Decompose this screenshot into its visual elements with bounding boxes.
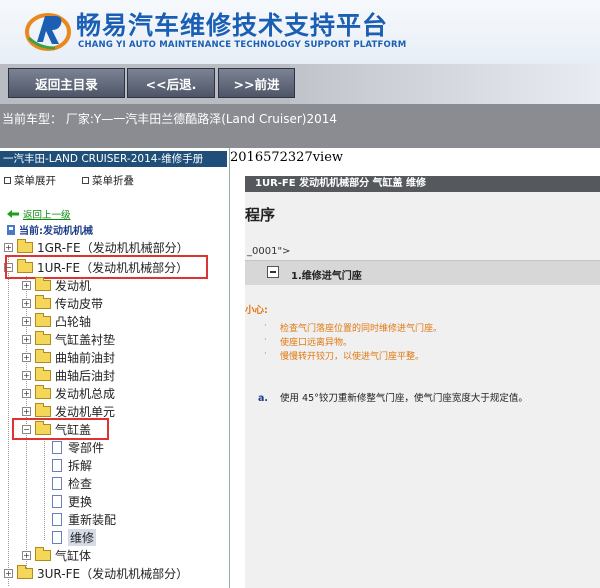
document-icon xyxy=(52,512,62,526)
tree-node-belt[interactable]: + 传动皮带 xyxy=(22,294,103,312)
tree-leaf-repair[interactable]: 维修 xyxy=(52,528,97,546)
tree-node-front-seal[interactable]: + 曲轴前油封 xyxy=(22,348,115,366)
instruction-text: 使用 45°铰刀重新修整气门座，使气门座宽度大于规定值。 xyxy=(280,393,528,404)
expand-toggle-icon[interactable]: + xyxy=(22,550,31,560)
logo-icon xyxy=(25,13,71,51)
tree-leaf-parts[interactable]: 零部件 xyxy=(52,438,104,456)
folder-icon xyxy=(35,348,51,363)
document-icon xyxy=(52,476,62,490)
highlight-box xyxy=(12,418,109,440)
tree-leaf-reassembly[interactable]: 重新装配 xyxy=(52,510,116,528)
expand-toggle-icon[interactable]: + xyxy=(22,370,31,380)
expand-toggle-icon[interactable]: + xyxy=(4,242,13,252)
expand-toggle-icon[interactable]: + xyxy=(22,280,31,290)
current-location: 当前:发动机机械 xyxy=(6,222,93,237)
expand-toggle-icon[interactable]: + xyxy=(22,334,31,344)
folder-icon xyxy=(35,546,51,561)
folder-icon xyxy=(17,238,33,253)
green-arrow-left-icon xyxy=(7,210,19,218)
caution-label: 小心: xyxy=(245,305,268,316)
tree-node-gasket[interactable]: + 气缸盖衬垫 xyxy=(22,330,115,348)
current-model-bar: 当前车型： 厂家:Y—一汽丰田兰德酷路泽(Land Cruiser)2014 xyxy=(0,104,600,148)
folder-icon xyxy=(17,564,33,579)
instruction-a: a. 使用 45°铰刀重新修整气门座，使气门座宽度大于规定值。 xyxy=(258,390,528,404)
tree-node-engine[interactable]: + 发动机 xyxy=(22,276,91,294)
document-icon xyxy=(52,530,62,544)
expand-toggle-icon[interactable]: + xyxy=(22,352,31,362)
tree-leaf-replace[interactable]: 更换 xyxy=(52,492,92,510)
collapse-icon xyxy=(82,177,89,184)
procedure-document: 1UR-FE 发动机机械部分 气缸盖 维修 程序 _0001"> 1.维修进气门… xyxy=(245,176,600,588)
document-icon xyxy=(52,440,62,454)
collapse-icon[interactable] xyxy=(267,266,279,278)
expand-toggle-icon[interactable]: + xyxy=(22,406,31,416)
expand-toggle-icon[interactable]: + xyxy=(22,388,31,398)
tree-leaf-disassembly[interactable]: 拆解 xyxy=(52,456,92,474)
brand-title: 畅易汽车维修技术支持平台 xyxy=(76,11,389,40)
folder-icon xyxy=(35,384,51,399)
folder-icon xyxy=(35,276,51,291)
home-button[interactable]: 返回主目录 xyxy=(8,68,125,98)
menu-expand-button[interactable]: 菜单展开 xyxy=(4,173,56,188)
procedure-title: 程序 xyxy=(245,206,276,224)
toolbar: 返回主目录 <<后退. >>前进 xyxy=(0,64,600,104)
step-title: 1.维修进气门座 xyxy=(291,271,362,282)
content-pane: 2016572327view 1UR-FE 发动机机械部分 气缸盖 维修 程序 … xyxy=(230,148,600,588)
document-icon xyxy=(52,458,62,472)
view-id: 2016572327view xyxy=(230,150,344,165)
folder-icon xyxy=(35,294,51,309)
caution-item: 使座口远离异物。 xyxy=(264,335,352,348)
document-icon xyxy=(52,494,62,508)
app-header: 畅易汽车维修技术支持平台 CHANG YI AUTO MAINTENANCE T… xyxy=(0,0,600,64)
folder-icon xyxy=(35,366,51,381)
current-model-text: 当前车型： 厂家:Y—一汽丰田兰德酷路泽(Land Cruiser)2014 xyxy=(2,112,337,126)
tree-node-assembly[interactable]: + 发动机总成 xyxy=(22,384,115,402)
caution-item: 检查气门落座位置的同时维修进气门座。 xyxy=(264,321,442,334)
section-title: 1UR-FE 发动机机械部分 气缸盖 维修 xyxy=(245,176,600,192)
code-text: _0001"> xyxy=(247,246,291,257)
instruction-marker: a. xyxy=(258,393,269,404)
brand-subtitle: CHANG YI AUTO MAINTENANCE TECHNOLOGY SUP… xyxy=(78,40,407,50)
sidebar: 一汽丰田-LAND CRUISER-2014-维修手册 菜单展开 菜单折叠 返回… xyxy=(0,148,230,588)
tree-node-cylinder-block[interactable]: + 气缸体 xyxy=(22,546,91,564)
tree-leaf-inspection[interactable]: 检查 xyxy=(52,474,92,492)
tree-node-rear-seal[interactable]: + 曲轴后油封 xyxy=(22,366,115,384)
tree-node-camshaft[interactable]: + 凸轮轴 xyxy=(22,312,91,330)
manual-title: 一汽丰田-LAND CRUISER-2014-维修手册 xyxy=(0,151,227,167)
folder-icon xyxy=(35,312,51,327)
expand-toggle-icon[interactable]: + xyxy=(4,568,13,578)
forward-button[interactable]: >>前进 xyxy=(218,68,295,98)
expand-toggle-icon[interactable]: + xyxy=(22,298,31,308)
caution-item: 慢慢转开铰刀，以使进气门座平整。 xyxy=(264,349,424,362)
folder-icon xyxy=(35,402,51,417)
tree-node-1gr-fe[interactable]: +1GR-FE（发动机机械部分） xyxy=(4,238,189,256)
location-icon xyxy=(7,224,15,235)
expand-toggle-icon[interactable]: + xyxy=(22,316,31,326)
expand-icon xyxy=(4,177,11,184)
back-up-link[interactable]: 返回上一级 xyxy=(6,207,71,221)
back-button[interactable]: <<后退. xyxy=(127,68,215,98)
step-header[interactable]: 1.维修进气门座 xyxy=(245,260,600,285)
tree-node-3ur-fe[interactable]: +3UR-FE（发动机机械部分） xyxy=(4,564,188,582)
folder-icon xyxy=(35,330,51,345)
menu-collapse-button[interactable]: 菜单折叠 xyxy=(82,173,134,188)
